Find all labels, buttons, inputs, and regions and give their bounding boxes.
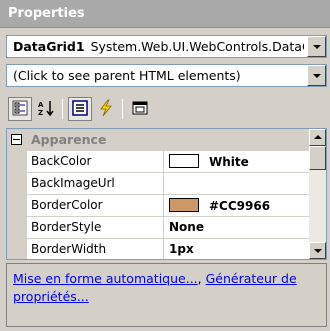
svg-text:Z: Z — [38, 109, 43, 117]
property-name: BorderStyle — [31, 220, 102, 234]
color-swatch — [169, 154, 199, 168]
property-row-borderstyle[interactable]: BorderStyle None — [27, 217, 310, 239]
events-icon — [98, 99, 114, 120]
property-name: BackImageUrl — [31, 176, 115, 190]
property-pages-icon — [132, 100, 148, 119]
property-name: BorderColor — [31, 198, 103, 212]
property-value: 1px — [169, 242, 194, 256]
svg-text:A: A — [38, 101, 44, 109]
property-row-borderwidth[interactable]: BorderWidth 1px — [27, 239, 310, 259]
alphabetical-icon: A Z — [37, 99, 55, 120]
categorized-icon — [12, 100, 28, 119]
grid-gutter — [7, 151, 27, 259]
link-separator: , — [197, 271, 206, 286]
properties-window: Properties DataGrid1 System.Web.UI.WebCon… — [0, 0, 330, 331]
collapse-icon[interactable] — [11, 134, 22, 145]
properties-icon — [72, 99, 88, 119]
color-swatch — [169, 198, 199, 212]
properties-button[interactable] — [68, 97, 92, 121]
property-value: None — [169, 220, 204, 234]
property-name: BackColor — [31, 154, 92, 168]
scroll-up-button[interactable] — [309, 129, 326, 146]
property-grid: Apparence BackColor White BackImageUrl B… — [6, 128, 327, 260]
property-pages-button[interactable] — [128, 97, 152, 121]
scroll-thumb[interactable] — [309, 146, 326, 170]
scroll-down-button[interactable] — [309, 242, 326, 259]
parent-selector-dropdown-button[interactable] — [307, 65, 326, 86]
auto-format-link[interactable]: Mise en forme automatique... — [13, 271, 198, 286]
object-type: System.Web.UI.WebControls.DataGrid — [90, 39, 304, 54]
commands-pane: Mise en forme automatique..., Générateur… — [6, 263, 327, 327]
category-row-apparence[interactable]: Apparence — [7, 129, 310, 151]
property-row-bordercolor[interactable]: BorderColor #CC9966 — [27, 195, 310, 217]
alphabetical-button[interactable]: A Z — [34, 97, 58, 121]
object-name: DataGrid1 — [13, 39, 85, 54]
grid-scrollbar[interactable] — [309, 129, 326, 259]
category-label: Apparence — [31, 132, 107, 147]
property-row-backcolor[interactable]: BackColor White — [27, 151, 310, 173]
categorized-button[interactable] — [8, 97, 32, 121]
parent-elements-text: (Click to see parent HTML elements) — [13, 68, 241, 83]
title-bar[interactable]: Properties — [0, 0, 330, 28]
properties-toolbar: A Z — [6, 96, 327, 124]
property-value: #CC9966 — [209, 199, 271, 213]
toolbar-separator — [62, 99, 63, 119]
property-name: BorderWidth — [31, 242, 107, 256]
parent-elements-selector[interactable]: (Click to see parent HTML elements) — [6, 64, 327, 87]
object-selector[interactable]: DataGrid1 System.Web.UI.WebControls.DataG… — [6, 35, 327, 58]
property-row-backimageurl[interactable]: BackImageUrl — [27, 173, 310, 195]
events-button[interactable] — [94, 97, 118, 121]
window-title: Properties — [8, 6, 85, 21]
object-selector-dropdown-button[interactable] — [307, 36, 326, 57]
toolbar-separator — [122, 99, 123, 119]
property-value: White — [209, 155, 249, 169]
